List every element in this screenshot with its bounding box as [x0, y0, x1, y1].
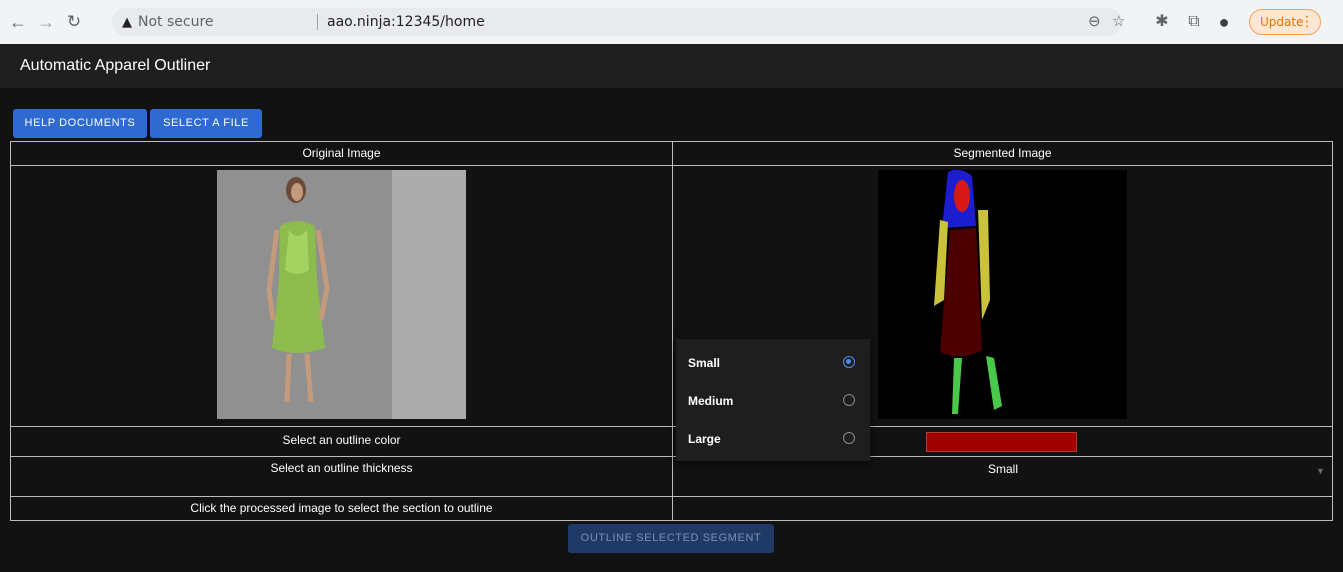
menu-item-small[interactable]: Small — [676, 344, 870, 382]
address-bar[interactable]: ▲ Not secure aao.ninja:12345/home ⊖ ☆ — [112, 8, 1125, 36]
update-button[interactable]: Update ⋮ — [1249, 9, 1321, 35]
thickness-select-value[interactable]: Small — [673, 462, 1333, 476]
dress-model-picture — [217, 170, 466, 419]
security-indicator[interactable]: ▲ Not secure — [122, 8, 214, 36]
instruction-empty-cell — [672, 496, 1333, 521]
original-image — [217, 170, 466, 419]
reload-icon[interactable]: ↻ — [62, 10, 86, 34]
app-title: Automatic Apparel Outliner — [20, 57, 211, 74]
address-separator — [317, 14, 318, 30]
radio-selected-icon[interactable] — [843, 356, 855, 368]
url-text[interactable]: aao.ninja:12345/home — [327, 8, 485, 36]
warning-icon: ▲ — [122, 15, 132, 30]
help-documents-button[interactable]: HELP DOCUMENTS — [13, 109, 147, 138]
profile-icon[interactable]: ● — [1212, 10, 1236, 34]
outline-color-swatch[interactable] — [926, 432, 1077, 452]
star-icon[interactable]: ☆ — [1112, 8, 1125, 36]
menu-item-large[interactable]: Large — [676, 420, 870, 458]
outline-color-label: Select an outline color — [10, 426, 673, 457]
cast-icon[interactable]: ⧉ — [1182, 10, 1206, 34]
zoom-icon[interactable]: ⊖ — [1088, 8, 1101, 36]
instruction-text: Click the processed image to select the … — [10, 496, 673, 521]
segmentation-mask — [934, 170, 1002, 414]
radio-unselected-icon[interactable] — [843, 432, 855, 444]
more-icon: ⋮ — [1300, 14, 1314, 30]
app-header: Automatic Apparel Outliner — [0, 44, 1343, 88]
radio-unselected-icon[interactable] — [843, 394, 855, 406]
thickness-dropdown-menu: Small Medium Large — [676, 339, 870, 461]
extensions-icon[interactable]: ✱ — [1150, 10, 1174, 34]
browser-toolbar: ← → ↻ ▲ Not secure aao.ninja:12345/home ⊖… — [0, 0, 1343, 45]
menu-item-medium[interactable]: Medium — [676, 382, 870, 420]
outline-thickness-label: Select an outline thickness — [10, 456, 673, 497]
original-image-header: Original Image — [10, 141, 673, 166]
select-file-button[interactable]: SELECT A FILE — [150, 109, 262, 138]
outline-selected-segment-button[interactable]: OUTLINE SELECTED SEGMENT — [568, 524, 774, 553]
segmented-image-header: Segmented Image — [672, 141, 1333, 166]
chevron-down-icon[interactable]: ▼ — [1316, 466, 1325, 476]
back-arrow-icon[interactable]: ← — [6, 10, 30, 34]
forward-arrow-icon[interactable]: → — [34, 10, 58, 34]
segmented-image[interactable] — [878, 170, 1127, 419]
